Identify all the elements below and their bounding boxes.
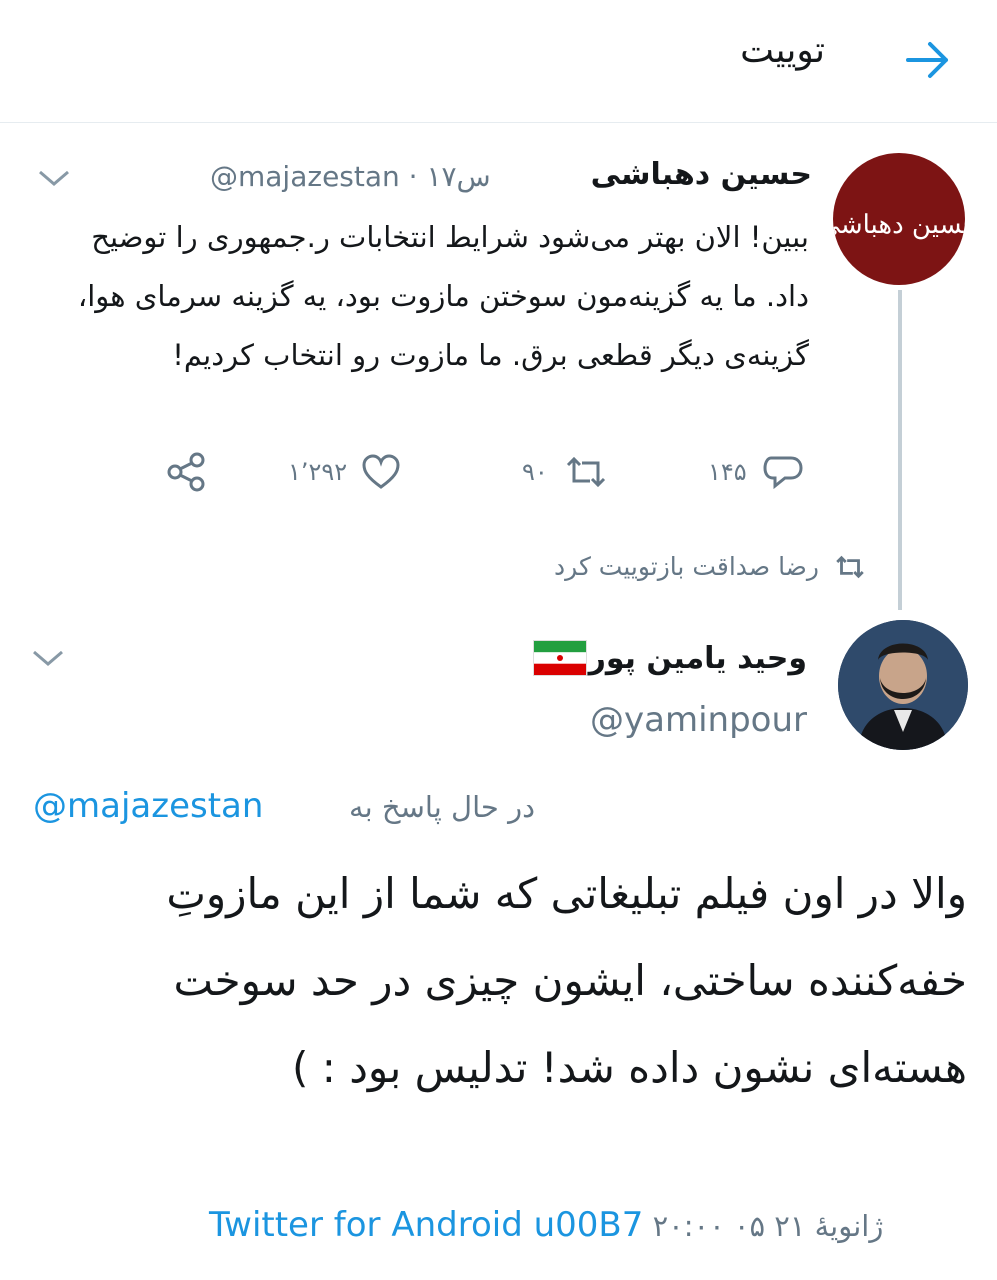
reply-icon [763, 456, 803, 490]
tweet-author-name[interactable]: وحید یامین پور [532, 640, 807, 676]
tweet-text: ببین! الان بهتر می‌شود شرایط انتخابات ر.… [77, 220, 809, 372]
replying-to-handle-link[interactable]: @majazestan [33, 786, 263, 826]
tweet-author-handle[interactable]: @yaminpour [590, 700, 807, 740]
source-app-link[interactable]: Twitter for Android u00B7 [209, 1205, 643, 1245]
tweet-metadata: Twitter for Android u00B7 ۲۰:۰۰ ۰۵ ژانوی… [209, 1205, 883, 1245]
share-button[interactable] [165, 452, 207, 492]
share-icon [167, 452, 205, 492]
iran-flag-icon [532, 640, 587, 676]
retweet-count: ۹۰ [522, 458, 548, 486]
thread-line [898, 290, 902, 610]
retweet-button[interactable]: ۹۰ [522, 452, 610, 492]
like-button[interactable]: ۱٬۲۹۲ [288, 452, 401, 492]
avatar[interactable] [838, 620, 968, 750]
tweet-author-handle[interactable]: @majazestan · ۱۷س [210, 160, 491, 193]
tweet-author-name[interactable]: حسین دهباشی [591, 157, 812, 192]
avatar-logo-text: حسین دهباشی [833, 210, 965, 240]
reply-count: ۱۴۵ [708, 458, 747, 486]
retweet-notice-text: رضا صداقت بازتوییت کرد [554, 552, 819, 581]
reply-button[interactable]: ۱۴۵ [708, 452, 805, 492]
page-title: توییت [740, 30, 825, 71]
retweet-icon [836, 555, 864, 578]
chevron-down-icon[interactable] [36, 166, 72, 190]
tweet-text: والا در اون فیلم تبلیغاتی که شما از این … [166, 869, 967, 1092]
like-icon [362, 454, 400, 489]
avatar[interactable]: حسین دهباشی [833, 153, 965, 285]
tweet-author-name-text: وحید یامین پور [588, 640, 807, 676]
replying-to-label: در حال پاسخ به [349, 790, 535, 824]
chevron-down-icon[interactable] [30, 646, 66, 670]
tweet-timestamp: ۲۰:۰۰ ۰۵ ژانویهٔ ۲۱ [652, 1209, 884, 1243]
retweet-icon [566, 456, 605, 488]
back-arrow-icon[interactable] [900, 36, 956, 84]
retweet-notice: رضا صداقت بازتوییت کرد [554, 552, 867, 581]
top-bar [0, 0, 997, 123]
like-count: ۱٬۲۹۲ [288, 458, 348, 486]
